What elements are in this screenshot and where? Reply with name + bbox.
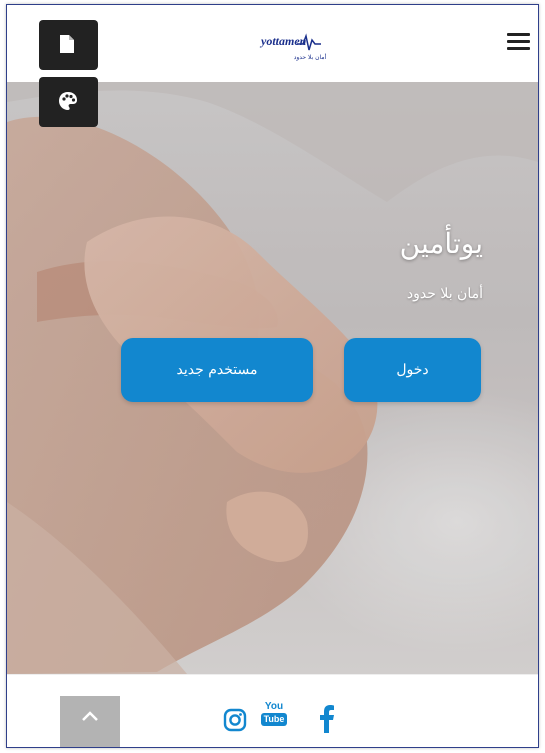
page-icon [60, 35, 74, 53]
youtube-icon-top: You [264, 701, 284, 712]
youtube-icon-bottom: Tube [261, 713, 287, 726]
page-button[interactable] [39, 20, 98, 70]
hero-title: يوتأمين [399, 227, 483, 260]
new-user-button[interactable]: مستخدم جديد [121, 338, 313, 402]
hero-subtitle: أمان بلا حدود [406, 286, 483, 302]
footer: You Tube [7, 674, 538, 747]
screen: yottamen أمان بلا حدود يوتأمين أمان بلا … [0, 0, 545, 753]
login-button[interactable]: دخول [344, 338, 481, 402]
palette-button[interactable] [39, 77, 98, 127]
menu-icon[interactable] [507, 33, 531, 51]
facebook-icon[interactable] [319, 705, 335, 733]
site-logo[interactable]: yottamen أمان بلا حدود [259, 30, 359, 70]
instagram-icon[interactable] [223, 708, 247, 732]
youtube-icon[interactable]: You Tube [261, 701, 287, 733]
chevron-up-icon [82, 711, 98, 721]
palette-icon [59, 92, 77, 110]
back-to-top-button[interactable] [60, 696, 120, 747]
logo-wordmark: yottamen [259, 33, 321, 51]
phone-viewport: yottamen أمان بلا حدود يوتأمين أمان بلا … [6, 4, 539, 748]
logo-tagline: أمان بلا حدود [293, 54, 327, 61]
logo-text: yottamen [259, 34, 307, 48]
hero-section: يوتأمين أمان بلا حدود مستخدم جديد دخول [7, 82, 538, 674]
